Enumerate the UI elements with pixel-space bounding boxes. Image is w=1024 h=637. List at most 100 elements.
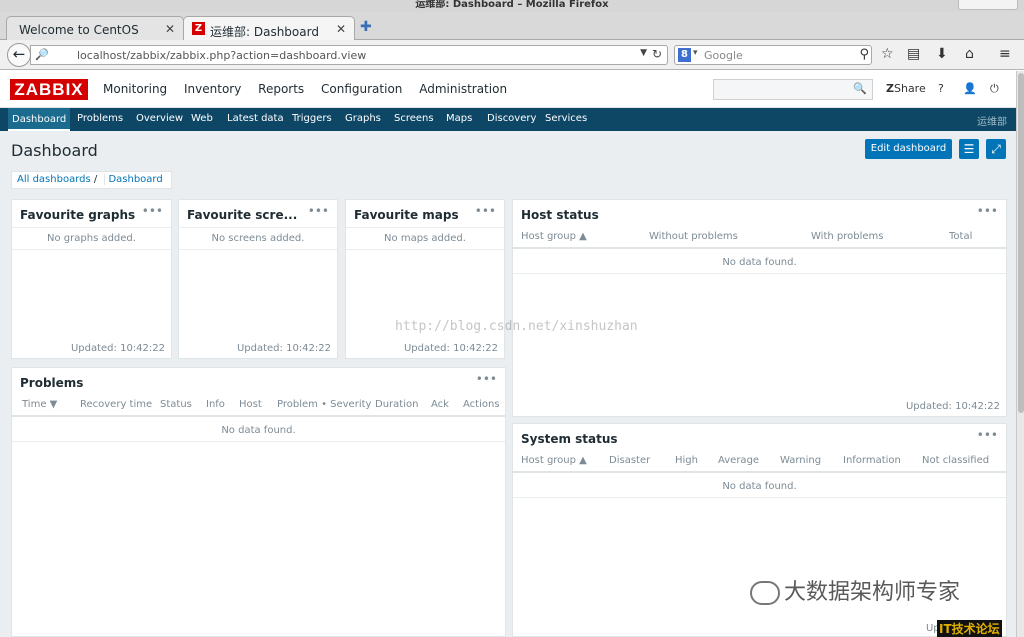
breadcrumb: All dashboards / Dashboard	[11, 171, 172, 189]
widget-options-icon[interactable]: •••	[142, 204, 163, 218]
browser-tab-dashboard[interactable]: Z 运维部: Dashboard ✕	[183, 16, 355, 40]
widget-problems: Problems ••• Time ▼ Recovery time Status…	[11, 367, 506, 637]
reload-icon[interactable]: ↻	[652, 47, 662, 61]
submenu-maps[interactable]: Maps	[446, 113, 472, 124]
column-problem-severity: Problem • Severity	[277, 399, 372, 410]
widget-options-icon[interactable]: •••	[308, 204, 329, 218]
divider	[12, 249, 171, 250]
column-warning: Warning	[780, 455, 822, 466]
menu-monitoring[interactable]: Monitoring	[103, 82, 167, 96]
zabbix-logo[interactable]: ZABBIX	[10, 79, 88, 100]
widget-favourite-graphs: Favourite graphs ••• No graphs added. Up…	[11, 199, 172, 359]
column-host-group[interactable]: Host group ▲	[521, 455, 587, 466]
url-bar[interactable]: 🔎 localhost/zabbix/zabbix.php?action=das…	[30, 45, 668, 65]
column-duration: Duration	[375, 399, 419, 410]
divider	[513, 273, 1006, 274]
new-tab-plus-icon[interactable]: ✚	[360, 19, 372, 35]
table-empty-message: No data found.	[722, 481, 797, 492]
widget-options-icon[interactable]: •••	[475, 204, 496, 218]
widget-title: Host status	[521, 208, 599, 222]
column-without-problems: Without problems	[649, 231, 738, 242]
scrollbar-thumb[interactable]	[1018, 73, 1024, 413]
submenu-latest-data[interactable]: Latest data	[227, 113, 284, 124]
submenu-discovery[interactable]: Discovery	[487, 113, 536, 124]
widget-favourite-screens: Favourite scre... ••• No screens added. …	[178, 199, 338, 359]
dashboard-actions-menu-icon[interactable]: ☰	[959, 139, 979, 159]
google-engine-icon[interactable]: 8	[678, 48, 691, 62]
download-icon[interactable]: ⬇	[936, 46, 948, 62]
menu-reports[interactable]: Reports	[258, 82, 304, 96]
divider	[346, 249, 504, 250]
column-high: High	[675, 455, 698, 466]
chevron-down-icon[interactable]: ▼	[640, 48, 647, 58]
zabbix-header: ZABBIX Monitoring Inventory Reports Conf…	[0, 71, 1016, 108]
page-title: Dashboard	[11, 141, 98, 160]
server-name-label: 运维部	[977, 117, 1007, 128]
column-recovery-time: Recovery time	[80, 399, 153, 410]
widget-options-icon[interactable]: •••	[977, 204, 998, 218]
browser-navbar: 🔎 localhost/zabbix/zabbix.php?action=das…	[0, 40, 1024, 70]
table-header: Host group ▲ Without problems With probl…	[513, 225, 1006, 249]
submenu-dashboard[interactable]: Dashboard	[8, 108, 71, 131]
share-button[interactable]: ZShare	[886, 82, 926, 95]
breadcrumb-current[interactable]: Dashboard	[104, 174, 166, 185]
column-time[interactable]: Time ▼	[22, 399, 57, 410]
global-search-input[interactable]: 🔍	[713, 79, 873, 100]
submenu-screens[interactable]: Screens	[394, 113, 434, 124]
menu-icon[interactable]: ≡	[999, 46, 1011, 62]
submenu-services[interactable]: Services	[545, 113, 587, 124]
menu-administration[interactable]: Administration	[419, 82, 507, 96]
search-icon[interactable]: 🔍	[853, 82, 867, 95]
column-ack: Ack	[431, 399, 449, 410]
widget-title: Favourite scre...	[187, 208, 298, 222]
search-placeholder: Google	[704, 49, 743, 62]
wechat-brand-watermark: 大数据架构师专家	[750, 574, 960, 606]
close-icon[interactable]: ✕	[165, 22, 175, 36]
submenu-triggers[interactable]: Triggers	[292, 113, 332, 124]
reading-list-icon[interactable]: ▤	[907, 46, 920, 62]
close-icon[interactable]: ✕	[336, 22, 346, 36]
home-icon[interactable]: ⌂	[965, 46, 974, 62]
submenu-overview[interactable]: Overview	[136, 113, 183, 124]
bookmark-star-icon[interactable]: ☆	[881, 46, 894, 62]
widget-updated-time: Updated: 10:42:22	[70, 343, 165, 354]
site-identity-icon[interactable]: 🔎	[35, 48, 49, 61]
back-button[interactable]: ←	[7, 43, 31, 67]
sign-out-icon[interactable]: ⏻	[990, 82, 999, 96]
widget-updated-time: Updated: 10:42:22	[905, 401, 1000, 412]
help-icon[interactable]: ?	[938, 82, 944, 95]
corner-watermark: IT技术论坛	[937, 620, 1002, 637]
search-icon[interactable]: ⚲	[859, 47, 869, 62]
dashboard-content: Dashboard Edit dashboard ☰ ⤢ All dashboa…	[0, 131, 1016, 637]
url-text[interactable]: localhost/zabbix/zabbix.php?action=dashb…	[77, 49, 366, 62]
widget-options-icon[interactable]: •••	[476, 372, 497, 386]
column-with-problems: With problems	[811, 231, 884, 242]
zabbix-favicon-icon: Z	[192, 22, 205, 35]
widget-title: System status	[521, 432, 618, 446]
submenu-web[interactable]: Web	[191, 113, 213, 124]
table-empty-message: No data found.	[221, 425, 296, 436]
page-scrollbar[interactable]	[1016, 71, 1024, 637]
menu-configuration[interactable]: Configuration	[321, 82, 402, 96]
watermark-text: http://blog.csdn.net/xinshuzhan	[395, 319, 638, 334]
breadcrumb-all-dashboards[interactable]: All dashboards	[17, 174, 91, 185]
browser-tab-centos[interactable]: Welcome to CentOS ✕	[6, 16, 184, 40]
menu-inventory[interactable]: Inventory	[184, 82, 241, 96]
user-profile-icon[interactable]: 👤	[963, 82, 977, 95]
widget-options-icon[interactable]: •••	[977, 428, 998, 442]
fullscreen-icon[interactable]: ⤢	[986, 139, 1006, 159]
search-bar[interactable]: 8 ▾ Google ⚲	[674, 45, 872, 65]
divider	[513, 497, 1006, 498]
submenu-graphs[interactable]: Graphs	[345, 113, 381, 124]
widget-updated-time: Updated: 10:42:22	[403, 343, 498, 354]
submenu-problems[interactable]: Problems	[77, 113, 123, 124]
window-controls[interactable]	[958, 0, 1018, 10]
window-titlebar: 运维部: Dashboard – Mozilla Firefox	[0, 0, 1024, 12]
divider	[12, 441, 505, 442]
main-menu: Monitoring Inventory Reports Configurati…	[103, 82, 520, 96]
edit-dashboard-button[interactable]: Edit dashboard	[865, 139, 952, 159]
divider	[12, 227, 171, 228]
chevron-down-icon[interactable]: ▾	[693, 48, 698, 58]
column-host-group[interactable]: Host group ▲	[521, 231, 587, 242]
widget-empty-message: No graphs added.	[47, 233, 136, 244]
